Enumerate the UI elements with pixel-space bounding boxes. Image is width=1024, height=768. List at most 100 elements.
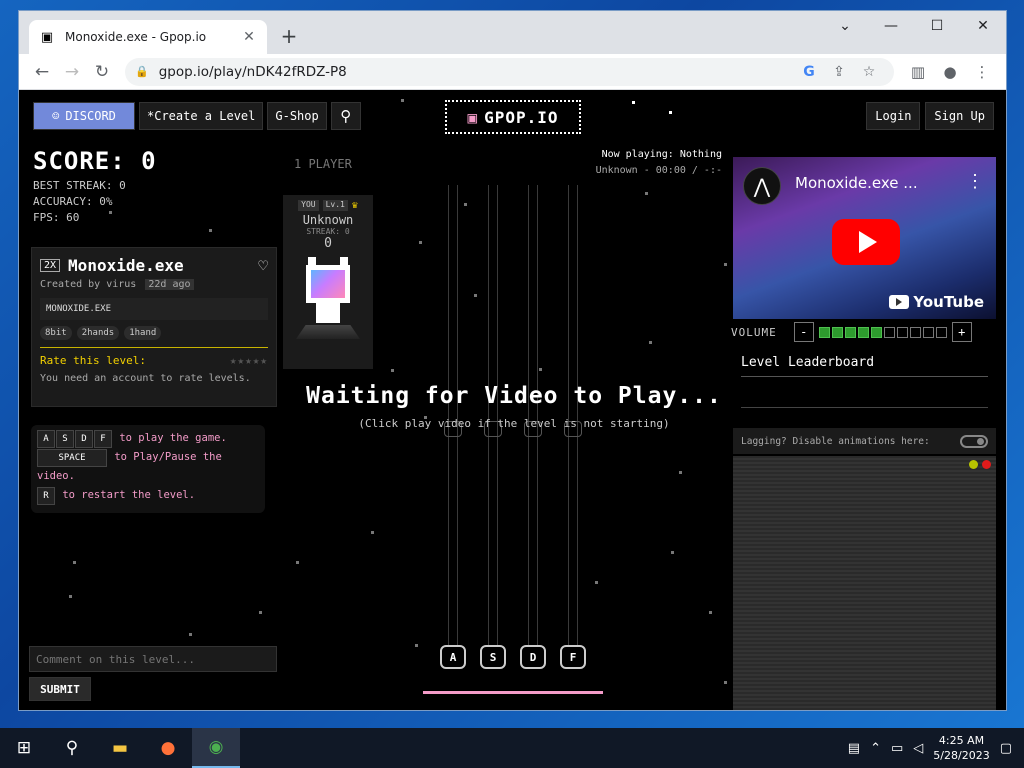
level-card: 2X Monoxide.exe ♡ Created by virus 22d a…	[31, 247, 277, 407]
youtube-play-icon	[889, 295, 910, 309]
tag[interactable]: 1hand	[124, 326, 162, 340]
lane-key-f[interactable]: F	[560, 645, 586, 669]
video-title[interactable]: Monoxide.exe ...	[795, 174, 918, 192]
volume-segment[interactable]	[818, 326, 830, 338]
bookmark-star-icon[interactable]: ☆	[854, 64, 884, 80]
star	[724, 263, 727, 266]
chrome-icon[interactable]: ◉	[192, 728, 240, 768]
gpop-logo[interactable]: ▣ GPOP.IO	[445, 100, 581, 134]
gshop-button[interactable]: G-Shop	[267, 102, 327, 130]
tag[interactable]: 2hands	[76, 326, 120, 340]
keyboard-icon[interactable]: ▤	[848, 741, 860, 756]
player-count: 1 PLAYER	[294, 157, 352, 171]
discord-button[interactable]: ☺ DISCORD	[33, 102, 135, 130]
volume-up-button[interactable]: +	[951, 322, 972, 342]
lag-text: Lagging? Disable animations here:	[741, 435, 930, 447]
controls-help: ASDF to play the game. SPACE to Play/Pau…	[31, 425, 265, 513]
chevron-up-icon[interactable]: ⌃	[870, 741, 881, 756]
network-icon[interactable]: ▭	[891, 741, 903, 756]
volume-muted-icon[interactable]: ◁	[913, 741, 923, 756]
google-lens-icon[interactable]: G	[794, 64, 824, 80]
star	[649, 341, 652, 344]
browser-tab[interactable]: ▣ Monoxide.exe - Gpop.io ✕	[29, 20, 267, 54]
key-a: A	[37, 430, 55, 448]
share-icon[interactable]: ⇪	[824, 64, 854, 80]
star	[709, 611, 712, 614]
side-panel-icon[interactable]: ▥	[902, 63, 934, 81]
volume-segment[interactable]	[935, 326, 947, 338]
windows-taskbar: ⊞ ⚲ ▬ ● ◉ ▤ ⌃ ▭ ◁ 4:25 AM 5/28/2023 ▢	[0, 728, 1024, 768]
volume-segment[interactable]	[831, 326, 843, 338]
star	[415, 644, 418, 647]
comment-input[interactable]	[29, 646, 277, 672]
animations-toggle[interactable]	[960, 434, 988, 448]
tab-close-icon[interactable]: ✕	[241, 29, 257, 45]
accuracy: ACCURACY: 0%	[33, 195, 113, 208]
creator-text[interactable]: Created by virus	[40, 279, 136, 290]
address-bar[interactable]: 🔒 gpop.io/play/nDK42fRDZ-P8 G ⇪ ☆	[125, 57, 894, 86]
volume-segment[interactable]	[909, 326, 921, 338]
volume-segment[interactable]	[896, 326, 908, 338]
menu-kebab-icon[interactable]: ⋮	[966, 63, 998, 81]
submit-button[interactable]: SUBMIT	[29, 677, 91, 701]
lane-key-s[interactable]: S	[480, 645, 506, 669]
volume-segment[interactable]	[844, 326, 856, 338]
star	[69, 595, 72, 598]
level-tags: 8bit 2hands 1hand	[40, 326, 268, 348]
file-explorer-icon[interactable]: ▬	[96, 728, 144, 768]
volume-segment[interactable]	[857, 326, 869, 338]
search-icon[interactable]: ⚲	[48, 728, 96, 768]
volume-down-button[interactable]: -	[793, 322, 814, 342]
key-d: D	[75, 430, 93, 448]
lane-key-a[interactable]: A	[440, 645, 466, 669]
tag[interactable]: 8bit	[40, 326, 72, 340]
search-icon[interactable]: ⚲	[330, 102, 361, 130]
notification-icon[interactable]: ▢	[1000, 741, 1012, 756]
lane-d	[528, 185, 538, 645]
rate-label: Rate this level:	[40, 354, 146, 367]
signup-button[interactable]: Sign Up	[925, 102, 994, 130]
star	[474, 294, 477, 297]
channel-avatar-icon[interactable]: ⋀	[743, 167, 781, 205]
maximize-icon[interactable]: ☐	[914, 11, 960, 41]
volume-segment[interactable]	[870, 326, 882, 338]
now-playing-time: Unknown - 00:00 / -:-	[595, 165, 722, 176]
rating-stars[interactable]: ★★★★★	[230, 354, 268, 367]
status-dot-yellow	[969, 460, 978, 469]
clock[interactable]: 4:25 AM 5/28/2023	[933, 733, 989, 763]
lag-toggle-row: Lagging? Disable animations here:	[733, 428, 996, 454]
player-name: Unknown	[302, 213, 354, 227]
forward-arrow-icon[interactable]: →	[57, 57, 87, 87]
now-playing-title: Now playing: Nothing	[601, 149, 722, 160]
tab-strip: ▣ Monoxide.exe - Gpop.io ✕ + ⌄ — ☐ ✕	[19, 11, 1006, 54]
lane-key-d[interactable]: D	[520, 645, 546, 669]
star	[632, 101, 635, 104]
youtube-embed[interactable]: ⋀ Monoxide.exe ... ⋮ YouTube	[733, 157, 996, 319]
firefox-icon[interactable]: ●	[144, 728, 192, 768]
back-arrow-icon[interactable]: ←	[27, 57, 57, 87]
player-avatar	[296, 257, 360, 339]
youtube-play-button[interactable]	[832, 219, 900, 265]
reload-icon[interactable]: ↻	[87, 57, 117, 87]
speed-badge: 2X	[40, 259, 61, 272]
heart-icon[interactable]: ♡	[258, 256, 268, 275]
new-tab-plus-icon[interactable]: +	[277, 24, 301, 48]
rate-note: You need an account to rate levels.	[40, 373, 251, 384]
lock-icon: 🔒	[135, 65, 149, 78]
star	[679, 471, 682, 474]
window-controls: ⌄ — ☐ ✕	[822, 11, 1006, 41]
volume-meter[interactable]	[818, 326, 947, 338]
youtube-logo[interactable]: YouTube	[889, 293, 984, 311]
profile-avatar-icon[interactable]: ●	[934, 63, 966, 81]
video-more-icon[interactable]: ⋮	[966, 171, 984, 192]
create-level-button[interactable]: *Create a Level	[139, 102, 264, 130]
tab-search-chevron-icon[interactable]: ⌄	[822, 11, 868, 41]
close-window-icon[interactable]: ✕	[960, 11, 1006, 41]
volume-segment[interactable]	[883, 326, 895, 338]
logo-text: GPOP.IO	[484, 107, 559, 127]
windows-start-icon[interactable]: ⊞	[0, 728, 48, 768]
login-button[interactable]: Login	[866, 102, 921, 130]
restart-instruction: to restart the level.	[62, 489, 196, 501]
volume-segment[interactable]	[922, 326, 934, 338]
minimize-icon[interactable]: —	[868, 11, 914, 41]
